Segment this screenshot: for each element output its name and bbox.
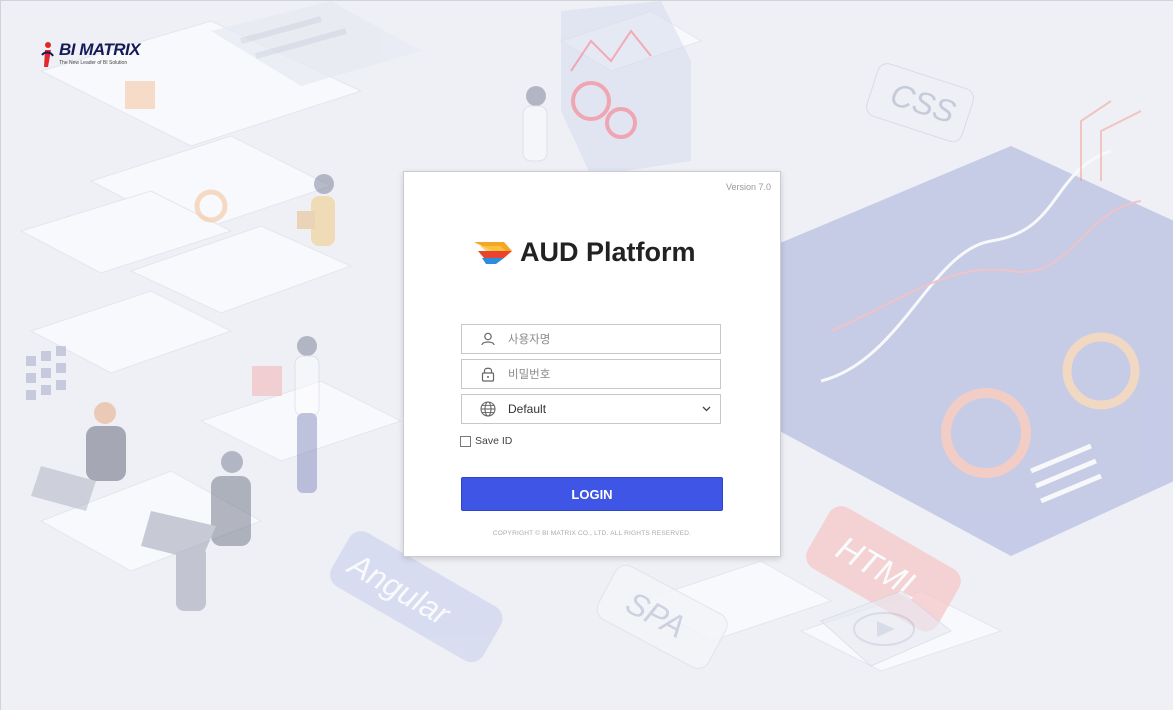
password-field[interactable]	[461, 359, 721, 389]
username-input[interactable]	[508, 332, 688, 346]
password-input[interactable]	[508, 367, 688, 381]
product-title: AUD Platform	[520, 237, 696, 267]
lock-icon	[478, 364, 498, 384]
save-id-option[interactable]: Save ID	[460, 435, 512, 447]
login-page: CSS HTML Angular SPA BI MATRIX The New L…	[0, 0, 1173, 710]
language-select-value: Default	[508, 402, 547, 416]
user-icon	[478, 329, 498, 349]
login-card: Version 7.0 AUD Platform 사용자명 Default Sa…	[403, 171, 781, 557]
language-select[interactable]: Default	[461, 394, 721, 424]
bi-matrix-logo-icon	[39, 41, 55, 69]
version-label: Version 7.0	[725, 182, 771, 192]
save-id-checkbox[interactable]	[460, 435, 471, 447]
aud-logo-icon	[474, 238, 512, 268]
chevron-down-icon	[700, 404, 712, 415]
login-button[interactable]: LOGIN	[461, 477, 723, 511]
globe-icon	[478, 399, 498, 419]
username-field[interactable]	[461, 324, 721, 354]
bi-matrix-logo: BI MATRIX The New Leader of BI Solution	[39, 40, 141, 69]
company-name: BI MATRIX	[59, 40, 141, 59]
copyright-text: COPYRIGHT © BI MATRIX CO., LTD. ALL RIGH…	[492, 530, 692, 537]
company-tagline: The New Leader of BI Solution	[59, 60, 128, 66]
product-brand: AUD Platform	[474, 237, 696, 268]
save-id-label: Save ID	[475, 435, 513, 447]
